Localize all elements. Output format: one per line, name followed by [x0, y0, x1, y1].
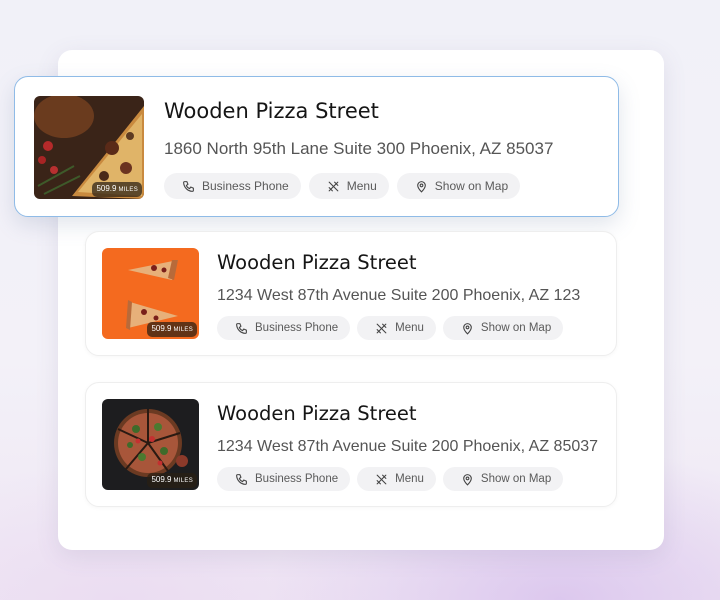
listing-thumbnail: 509.9 MILES	[102, 248, 199, 339]
listing-card-selected[interactable]: 509.9 MILES Wooden Pizza Street 1860 Nort…	[14, 76, 619, 217]
listing-card[interactable]: 509.9 MILES Wooden Pizza Street 1234 West…	[85, 382, 617, 507]
fork-knife-icon	[376, 474, 387, 484]
phone-icon	[236, 473, 247, 485]
fork-knife-icon	[328, 181, 339, 191]
menu-button[interactable]: Menu	[308, 173, 389, 199]
listing-address: 1860 North 95th Lane Suite 300 Phoenix, …	[164, 139, 554, 158]
listing-title: Wooden Pizza Street	[217, 402, 417, 425]
fork-knife-icon	[376, 323, 387, 333]
business-phone-button[interactable]: Business Phone	[217, 467, 351, 491]
show-on-map-button[interactable]: Show on Map	[442, 316, 564, 340]
listing-card[interactable]: 509.9 MILES Wooden Pizza Street 1234 West…	[85, 231, 617, 356]
business-phone-button[interactable]: Business Phone	[217, 316, 351, 340]
map-pin-icon	[463, 473, 472, 486]
menu-button[interactable]: Menu	[357, 316, 436, 340]
listing-title: Wooden Pizza Street	[217, 251, 417, 274]
phone-icon	[236, 322, 247, 334]
listing-address: 1234 West 87th Avenue Suite 200 Phoenix,…	[217, 438, 599, 455]
distance-badge: 509.9 MILES	[92, 182, 142, 197]
map-pin-icon	[416, 180, 426, 193]
phone-icon	[183, 180, 194, 192]
map-pin-icon	[463, 322, 472, 335]
business-phone-button[interactable]: Business Phone	[164, 173, 301, 199]
listing-thumbnail: 509.9 MILES	[34, 96, 144, 199]
listing-address: 1234 West 87th Avenue Suite 200 Phoenix,…	[217, 287, 581, 304]
show-on-map-button[interactable]: Show on Map	[442, 467, 564, 491]
listing-title: Wooden Pizza Street	[164, 99, 379, 123]
distance-badge: 509.9 MILES	[147, 322, 197, 337]
show-on-map-button[interactable]: Show on Map	[396, 173, 521, 199]
distance-badge: 509.9 MILES	[147, 473, 197, 488]
listing-thumbnail: 509.9 MILES	[102, 399, 199, 490]
menu-button[interactable]: Menu	[357, 467, 436, 491]
